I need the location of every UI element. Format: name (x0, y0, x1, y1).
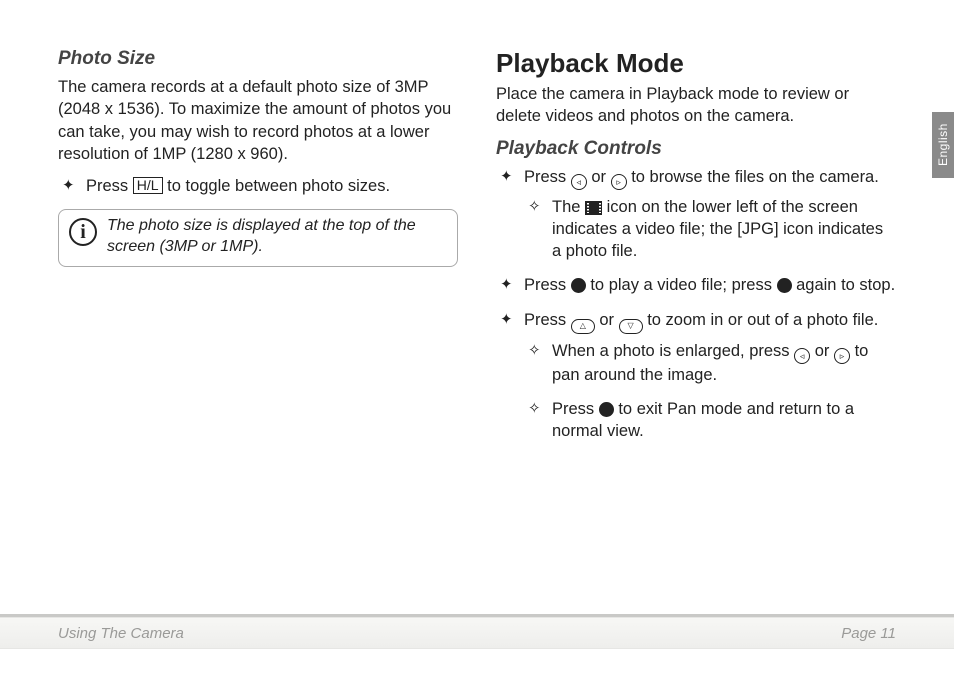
text: again to stop. (792, 276, 896, 294)
record-icon (571, 278, 586, 293)
text: The (552, 198, 585, 216)
left-arrow-icon: ◃ (571, 174, 587, 190)
jpg-label: [JPG] (737, 220, 778, 238)
control-browse-sub-1: The icon on the lower left of the screen… (524, 196, 896, 263)
language-tab: English (932, 112, 954, 178)
text: Press (524, 276, 571, 294)
info-callout: i The photo size is displayed at the top… (58, 209, 458, 267)
text: When a photo is enlarged, press (552, 342, 794, 360)
control-zoom-sub: When a photo is enlarged, press ◃ or ▹ t… (524, 340, 896, 443)
text: to toggle between photo sizes. (163, 177, 391, 195)
record-icon (777, 278, 792, 293)
left-column: Photo Size The camera records at a defau… (58, 48, 458, 454)
playback-mode-heading: Playback Mode (496, 48, 896, 79)
film-icon (585, 201, 602, 215)
text: Press (524, 311, 571, 329)
playback-controls-heading: Playback Controls (496, 138, 896, 160)
playback-mode-intro: Place the camera in Playback mode to rev… (496, 83, 896, 128)
photo-size-heading: Photo Size (58, 48, 458, 70)
footer-page: Page 11 (841, 625, 896, 642)
photo-size-bullet-1: Press H/L to toggle between photo sizes. (58, 175, 458, 197)
down-arrow-icon: ▽ (619, 319, 643, 334)
text: or (595, 311, 619, 329)
playback-controls-list: Press ◃ or ▹ to browse the files on the … (496, 166, 896, 443)
control-zoom-sub-1: When a photo is enlarged, press ◃ or ▹ t… (524, 340, 896, 386)
right-arrow-icon: ▹ (611, 174, 627, 190)
text: Press (524, 168, 571, 186)
right-arrow-icon: ▹ (834, 348, 850, 364)
record-icon (599, 402, 614, 417)
control-browse-sub: The icon on the lower left of the screen… (524, 196, 896, 263)
text: or (810, 342, 834, 360)
info-icon: i (69, 218, 97, 246)
control-browse: Press ◃ or ▹ to browse the files on the … (496, 166, 896, 263)
text: to zoom in or out of a photo file. (643, 311, 879, 329)
footer: Using The Camera Page 11 (0, 617, 954, 649)
up-arrow-icon: △ (571, 319, 595, 334)
info-text: The photo size is displayed at the top o… (107, 216, 447, 258)
text: Press (86, 177, 133, 195)
photo-size-body: The camera records at a default photo si… (58, 76, 458, 165)
hl-key-label: H/L (133, 177, 163, 194)
text: to play a video file; press (586, 276, 777, 294)
text: or (587, 168, 611, 186)
left-arrow-icon: ◃ (794, 348, 810, 364)
control-zoom: Press △ or ▽ to zoom in or out of a phot… (496, 309, 896, 443)
right-column: Playback Mode Place the camera in Playba… (496, 48, 896, 454)
footer-section: Using The Camera (58, 625, 184, 642)
two-column-layout: Photo Size The camera records at a defau… (58, 48, 896, 454)
text: to browse the files on the camera. (627, 168, 879, 186)
photo-size-bullets: Press H/L to toggle between photo sizes. (58, 175, 458, 197)
text: Press (552, 400, 599, 418)
control-zoom-sub-2: Press to exit Pan mode and return to a n… (524, 398, 896, 443)
page: Photo Size The camera records at a defau… (0, 0, 954, 673)
control-play: Press to play a video file; press again … (496, 274, 896, 296)
